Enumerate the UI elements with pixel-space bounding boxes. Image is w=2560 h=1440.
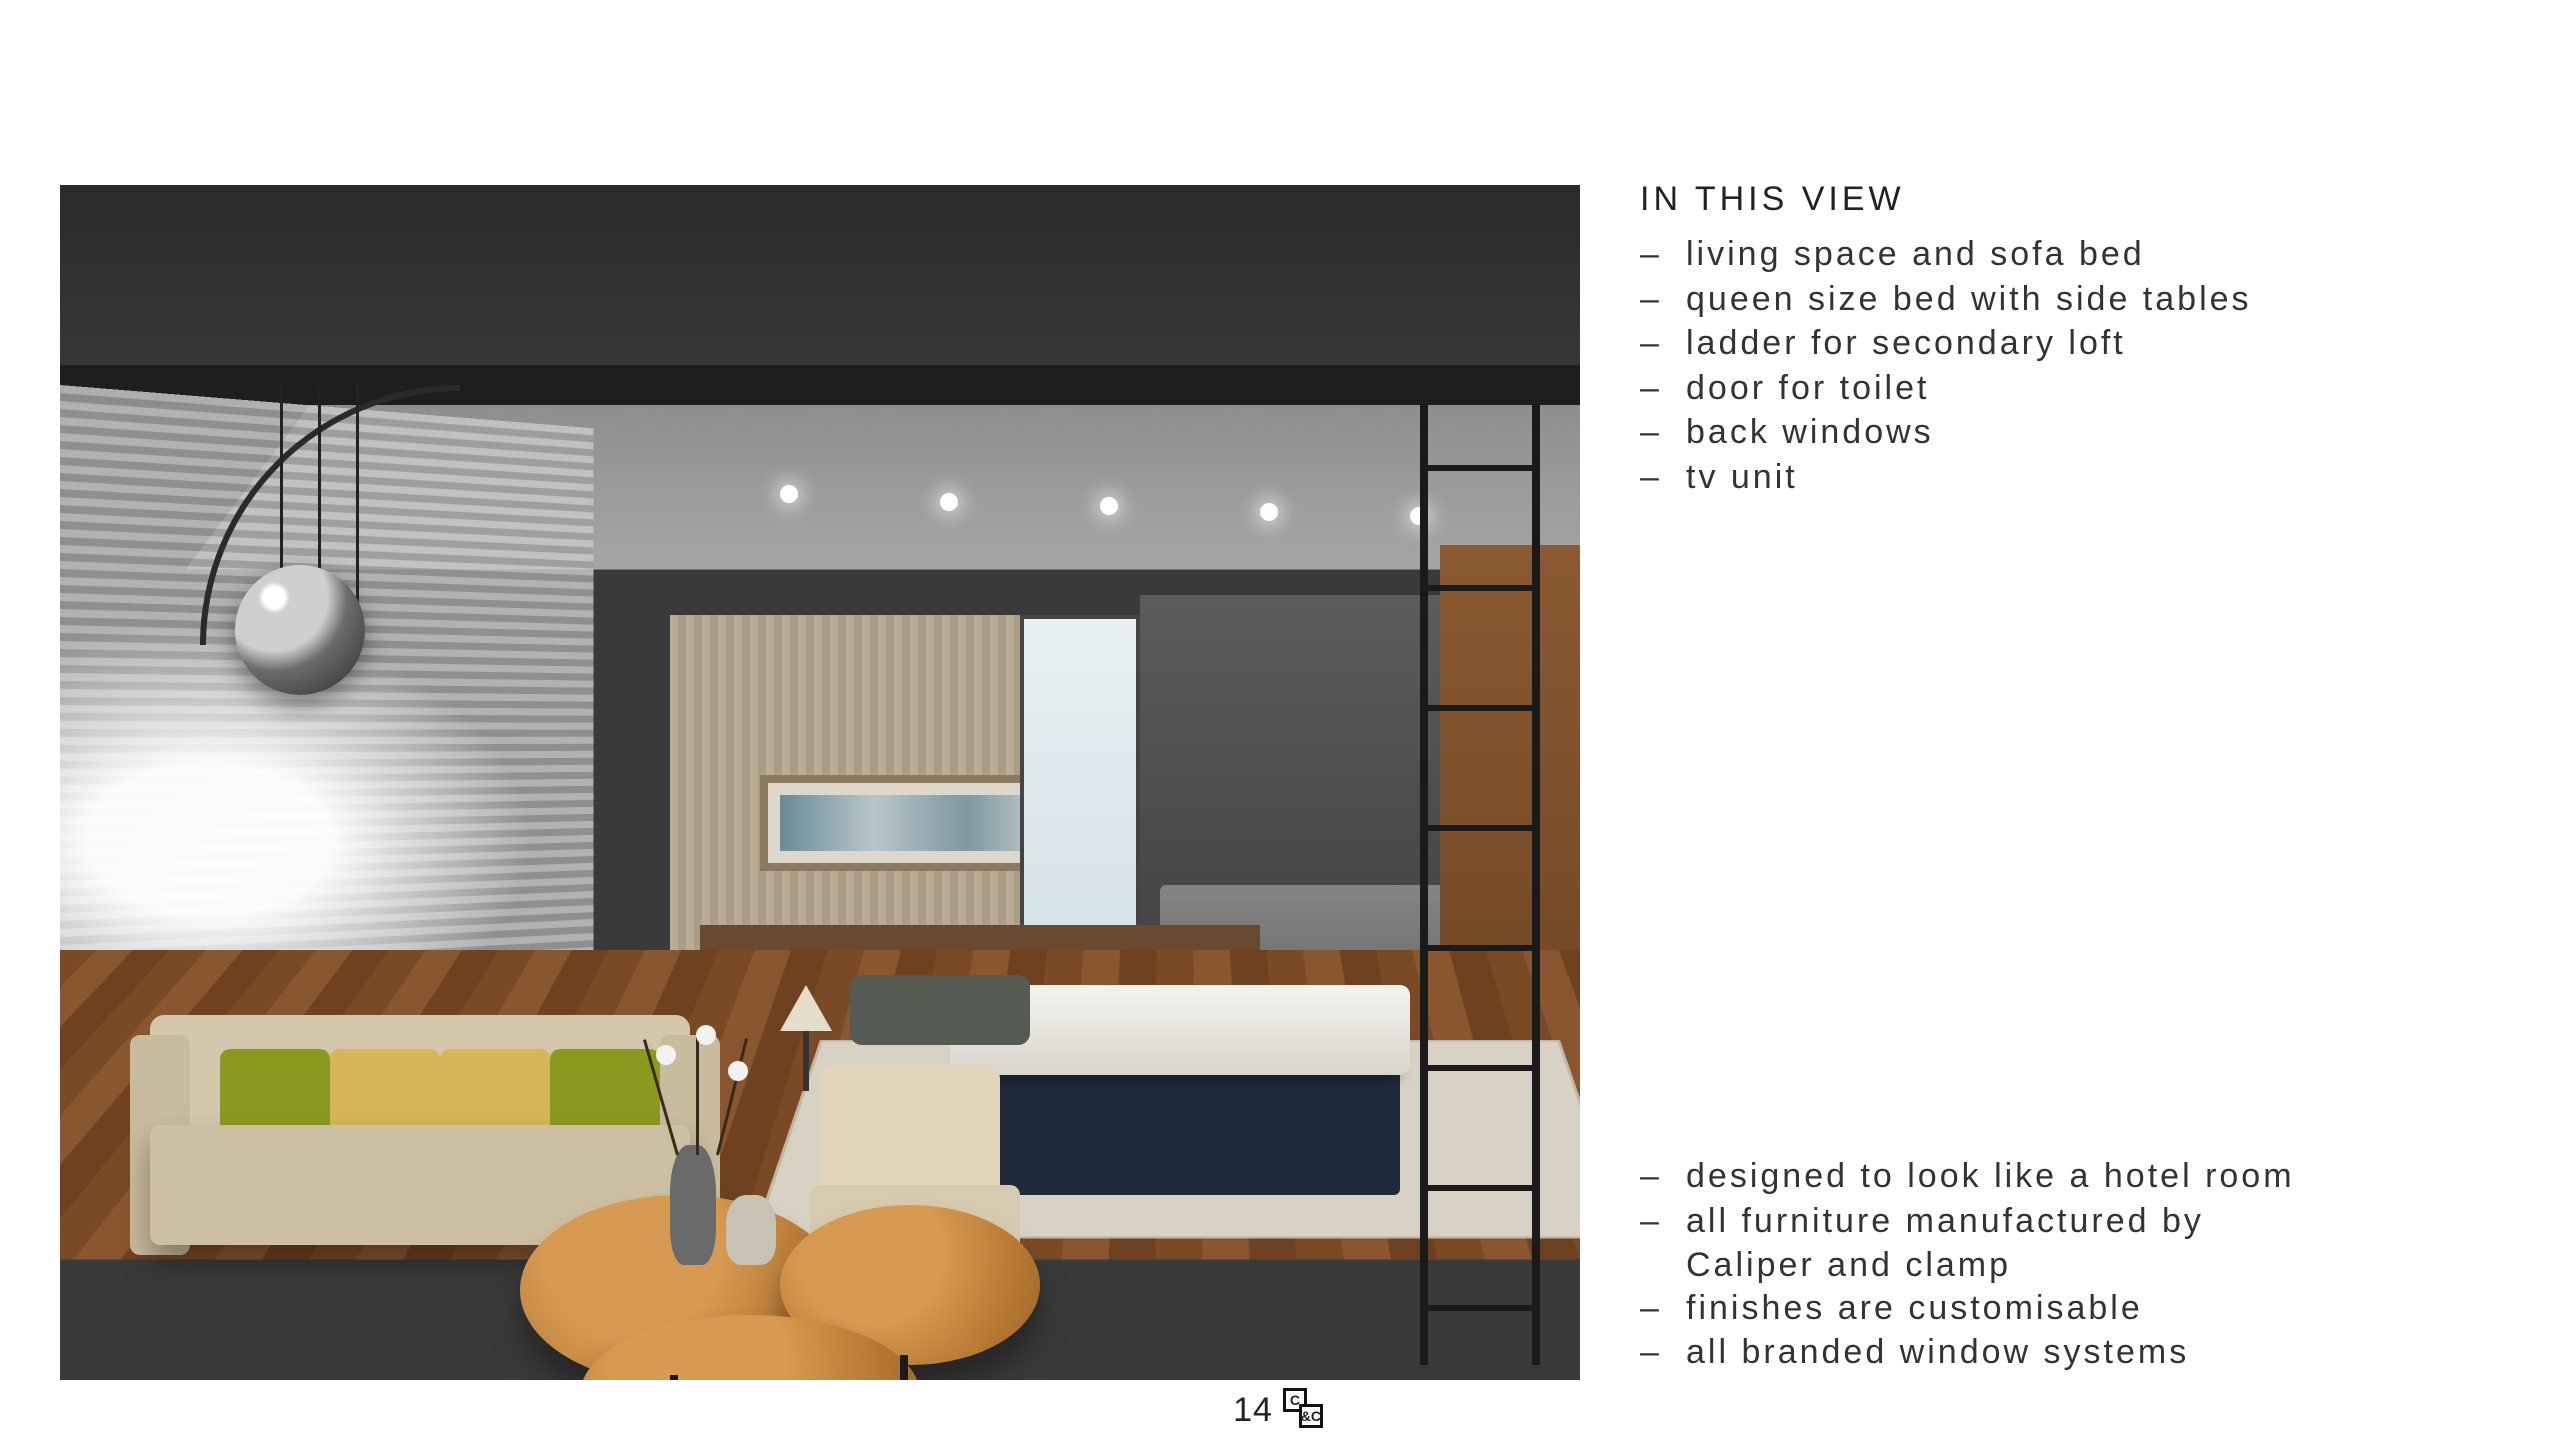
list-item: finishes are customisable [1640,1287,2400,1330]
list-item: ladder for secondary loft [1640,322,2400,365]
list-item: designed to look like a hotel room [1640,1155,2400,1198]
note-continuation: Caliper and clamp [1640,1244,2400,1287]
list-item: all branded window systems [1640,1331,2400,1374]
view-items-list: living space and sofa bed queen size bed… [1640,233,2400,498]
logo-letter-bottom: &C [1299,1404,1323,1428]
presentation-slide: IN THIS VIEW living space and sofa bed q… [0,0,2560,1440]
notes-list-cont: finishes are customisable all branded wi… [1640,1287,2400,1374]
page-number: 14 [1233,1391,1273,1430]
notes-list: designed to look like a hotel room all f… [1640,1155,2400,1242]
slide-footer: 14 C &C [0,1388,2560,1432]
interior-render-image [60,185,1580,1380]
view-description-block: IN THIS VIEW living space and sofa bed q… [1640,180,2400,500]
section-heading: IN THIS VIEW [1640,180,2400,219]
list-item: door for toilet [1640,367,2400,410]
list-item: tv unit [1640,456,2400,499]
list-item: back windows [1640,411,2400,454]
list-item: all furniture manufactured by [1640,1200,2400,1243]
notes-block: designed to look like a hotel room all f… [1640,1155,2400,1376]
list-item: living space and sofa bed [1640,233,2400,276]
list-item: queen size bed with side tables [1640,278,2400,321]
brand-logo-icon: C &C [1283,1388,1327,1432]
